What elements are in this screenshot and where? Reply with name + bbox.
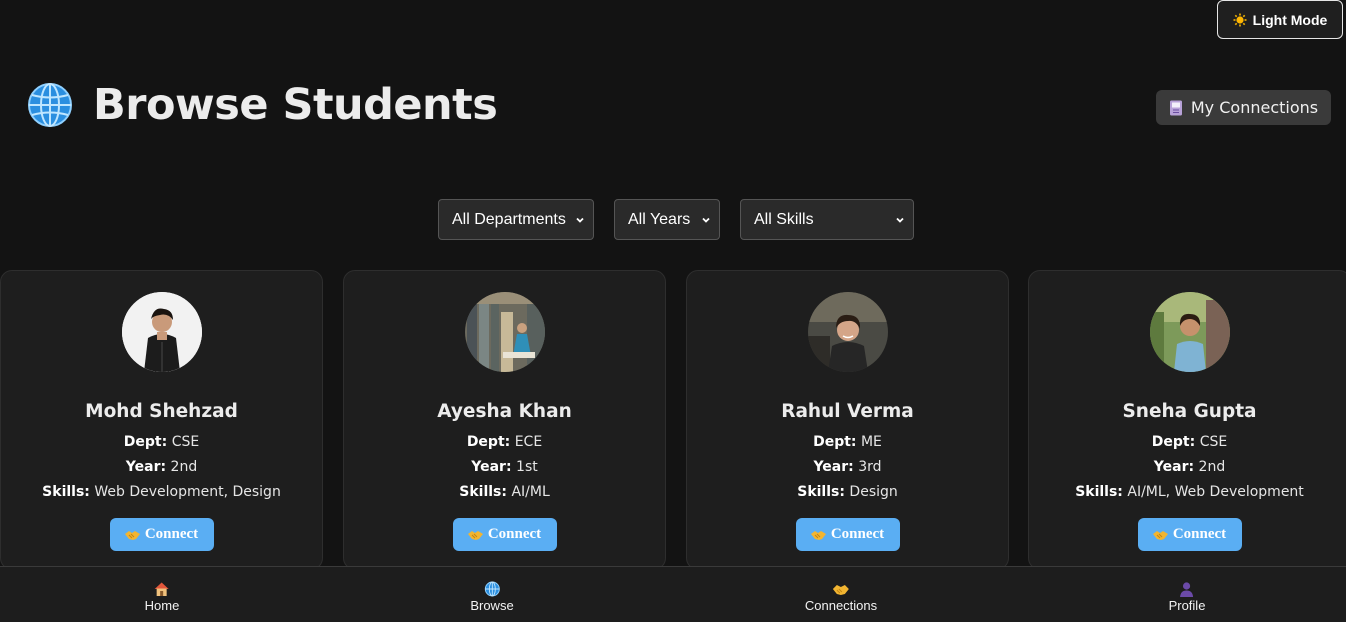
theme-toggle-label: Light Mode	[1252, 11, 1328, 28]
globe-icon	[28, 83, 72, 127]
year-value: 3rd	[858, 459, 882, 475]
chevron-down-icon	[896, 217, 904, 223]
student-skills: Skills: AI/ML, Web Development	[1029, 484, 1346, 500]
student-name: Mohd Shehzad	[85, 401, 238, 422]
skills-label: Skills:	[42, 484, 90, 500]
skills-value: Design	[849, 484, 898, 500]
house-icon	[155, 582, 169, 596]
skills-value: AI/ML	[511, 484, 550, 500]
dept-value: ECE	[514, 434, 543, 450]
connect-label: Connect	[830, 526, 885, 542]
connect-label: Connect	[1172, 526, 1227, 542]
skills-value: AI/ML, Web Development	[1127, 484, 1304, 500]
student-card: Rahul Verma Dept: ME Year: 3rd Skills: D…	[686, 270, 1009, 570]
handshake-icon	[124, 530, 140, 540]
nav-label: Profile	[1168, 598, 1206, 613]
skills-value: Web Development, Design	[94, 484, 281, 500]
student-year: Year: 2nd	[1029, 459, 1346, 475]
student-year: Year: 2nd	[1, 459, 322, 475]
student-year: Year: 3rd	[687, 459, 1008, 475]
year-filter-select[interactable]: All Years	[614, 199, 720, 240]
page-title: Browse Students	[93, 80, 498, 130]
year-value: 2nd	[170, 459, 198, 475]
year-label: Year:	[1153, 459, 1195, 475]
skills-label: Skills:	[459, 484, 507, 500]
connect-label: Connect	[487, 526, 542, 542]
sun-icon	[1233, 13, 1247, 26]
nav-item-connections[interactable]: Connections	[805, 581, 877, 613]
skills-filter-value: All Skills	[754, 210, 814, 228]
nav-label: Browse	[470, 598, 514, 613]
student-skills: Skills: AI/ML	[344, 484, 665, 500]
dept-value: CSE	[171, 434, 200, 450]
dept-label: Dept:	[1151, 434, 1196, 450]
filter-bar: All Departments All Years All Skills	[438, 199, 914, 240]
handshake-icon	[1152, 530, 1168, 540]
department-filter-value: All Departments	[452, 210, 566, 228]
student-card: Mohd Shehzad Dept: CSE Year: 2nd Skills:…	[0, 270, 323, 570]
student-card: Ayesha Khan Dept: ECE Year: 1st Skills: …	[343, 270, 666, 570]
year-value: 1st	[516, 459, 538, 475]
handshake-icon	[467, 530, 483, 540]
my-connections-button[interactable]: My Connections	[1156, 90, 1331, 125]
notebook-icon	[1169, 100, 1182, 115]
connect-button[interactable]: Connect	[109, 518, 214, 551]
bottom-nav: Home Browse Connections Profile	[0, 566, 1346, 622]
student-avatar	[1149, 292, 1230, 372]
student-name: Rahul Verma	[781, 401, 914, 422]
student-dept: Dept: ECE	[344, 434, 665, 450]
student-card: Sneha Gupta Dept: CSE Year: 2nd Skills: …	[1028, 270, 1346, 570]
nav-item-browse[interactable]: Browse	[470, 581, 514, 613]
student-name: Ayesha Khan	[437, 401, 572, 422]
chevron-down-icon	[702, 217, 710, 223]
student-dept: Dept: CSE	[1, 434, 322, 450]
connect-button[interactable]: Connect	[795, 518, 900, 551]
department-filter-select[interactable]: All Departments	[438, 199, 594, 240]
year-label: Year:	[471, 459, 512, 475]
student-skills: Skills: Design	[687, 484, 1008, 500]
connect-button[interactable]: Connect	[1137, 518, 1242, 551]
nav-item-profile[interactable]: Profile	[1168, 581, 1206, 613]
dept-label: Dept:	[466, 434, 511, 450]
skills-label: Skills:	[797, 484, 845, 500]
student-avatar	[807, 292, 888, 372]
skills-filter-select[interactable]: All Skills	[740, 199, 914, 240]
my-connections-label: My Connections	[1190, 98, 1319, 117]
year-label: Year:	[125, 459, 167, 475]
globe-icon	[484, 581, 500, 597]
page-header: Browse Students	[27, 80, 498, 130]
student-card-grid: Mohd Shehzad Dept: CSE Year: 2nd Skills:…	[0, 270, 1346, 570]
student-dept: Dept: CSE	[1029, 434, 1346, 450]
dept-value: ME	[860, 434, 882, 450]
user-icon	[1180, 582, 1194, 597]
year-value: 2nd	[1198, 459, 1226, 475]
handshake-icon	[810, 530, 826, 540]
student-year: Year: 1st	[344, 459, 665, 475]
year-filter-value: All Years	[628, 210, 691, 228]
dept-value: CSE	[1199, 434, 1228, 450]
nav-label: Connections	[804, 598, 878, 613]
dept-label: Dept:	[123, 434, 168, 450]
student-dept: Dept: ME	[687, 434, 1008, 450]
theme-toggle-button[interactable]: Light Mode	[1217, 0, 1343, 39]
connect-label: Connect	[144, 526, 199, 542]
student-skills: Skills: Web Development, Design	[1, 484, 322, 500]
connect-button[interactable]: Connect	[452, 518, 557, 551]
student-name: Sneha Gupta	[1122, 401, 1257, 422]
nav-item-home[interactable]: Home	[144, 581, 180, 613]
dept-label: Dept:	[813, 434, 857, 450]
student-avatar	[121, 292, 202, 372]
student-avatar	[464, 292, 545, 372]
year-label: Year:	[813, 459, 854, 475]
skills-label: Skills:	[1075, 484, 1123, 500]
chevron-down-icon	[576, 217, 584, 223]
handshake-icon	[833, 585, 849, 595]
nav-label: Home	[144, 598, 180, 613]
